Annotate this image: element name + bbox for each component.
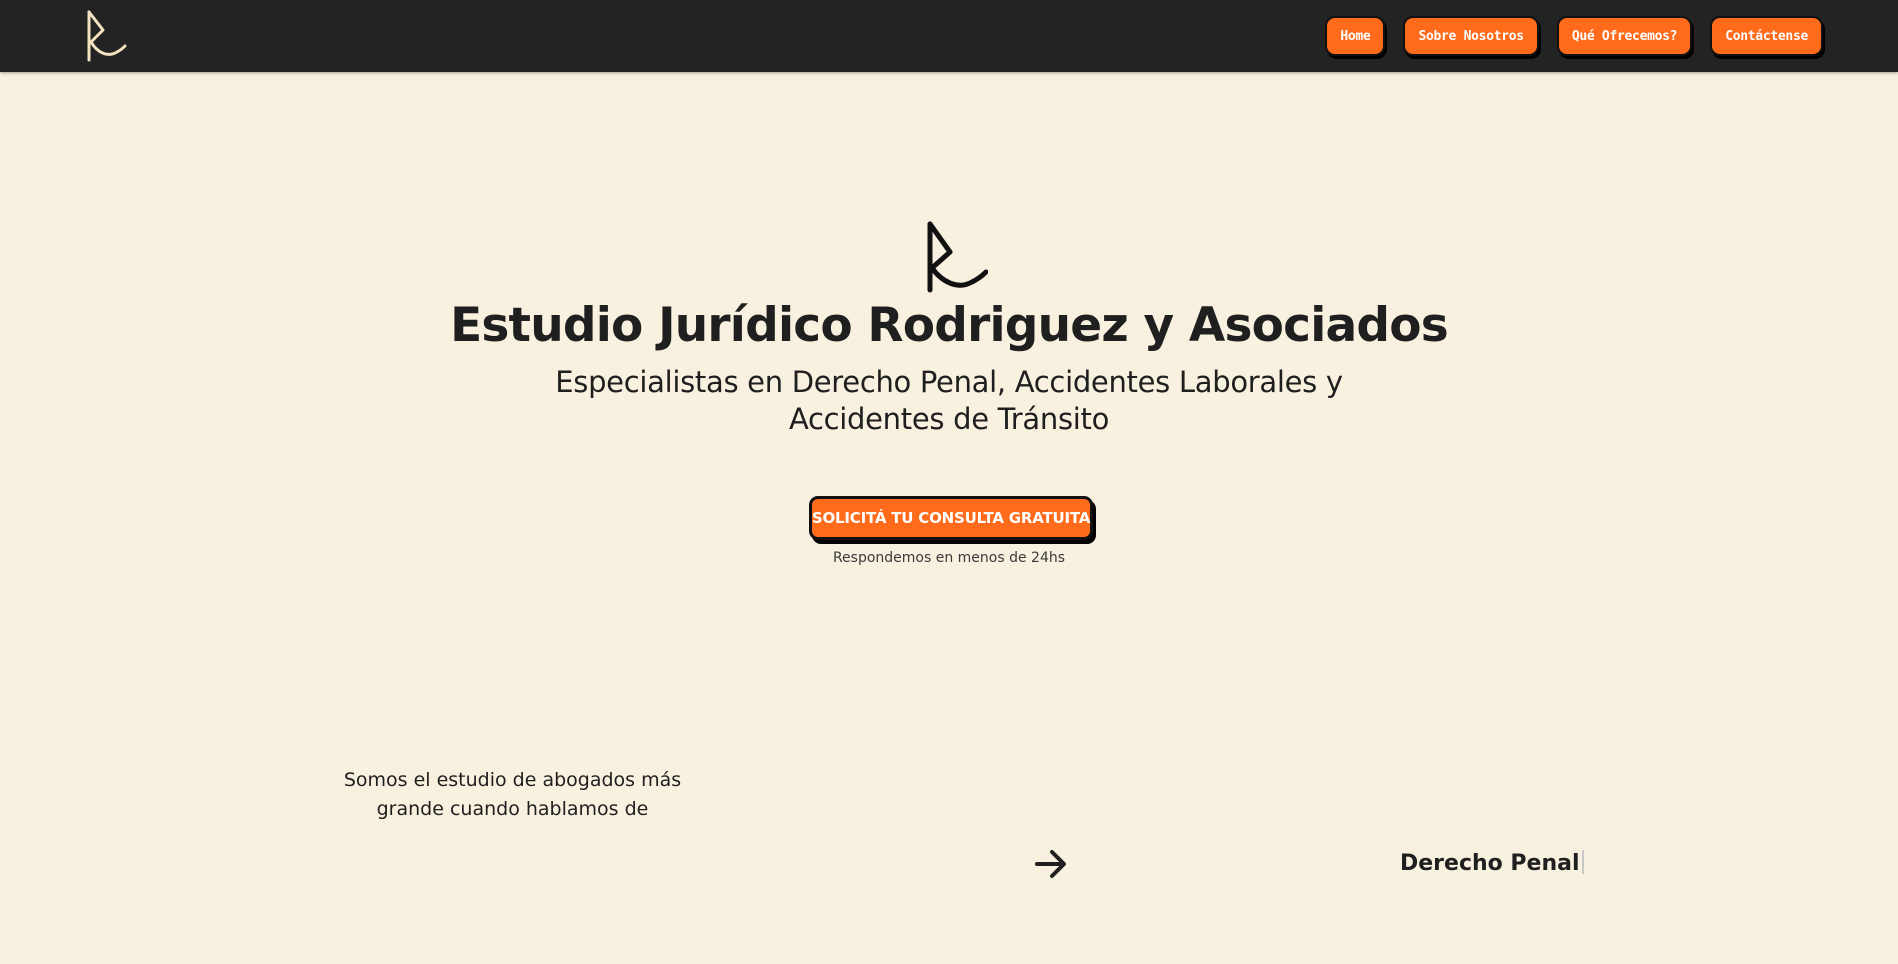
arrow-right-icon — [1035, 850, 1066, 878]
hero-section: Estudio Jurídico Rodriguez y Asociados E… — [0, 72, 1898, 964]
page-title: Estudio Jurídico Rodriguez y Asociados — [450, 298, 1449, 353]
nav-home-button[interactable]: Home — [1325, 16, 1386, 56]
rr-monogram-logo-icon[interactable] — [83, 8, 127, 64]
nav-contactense-button[interactable]: Contáctense — [1710, 16, 1823, 56]
consulta-gratuita-button[interactable]: SOLICITÁ TU CONSULTA GRATUITA — [809, 496, 1093, 540]
rotating-specialty-text: Derecho Penal — [1400, 850, 1584, 876]
nav-que-ofrecemos-button[interactable]: Qué Ofrecemos? — [1556, 16, 1693, 56]
response-time-note: Respondemos en menos de 24hs — [832, 550, 1066, 566]
intro-statement: Somos el estudio de abogados más grande … — [343, 769, 682, 820]
typing-caret — [1581, 850, 1584, 874]
nav-sobre-nosotros-button[interactable]: Sobre Nosotros — [1403, 16, 1539, 56]
page-subtitle: Especialistas en Derecho Penal, Accident… — [555, 365, 1343, 436]
main-nav: Home Sobre Nosotros Qué Ofrecemos? Contá… — [1325, 16, 1823, 56]
top-navigation-bar: Home Sobre Nosotros Qué Ofrecemos? Contá… — [0, 0, 1898, 72]
specialty-label: Derecho Penal — [1400, 851, 1580, 876]
rr-monogram-logo-icon — [927, 221, 988, 293]
